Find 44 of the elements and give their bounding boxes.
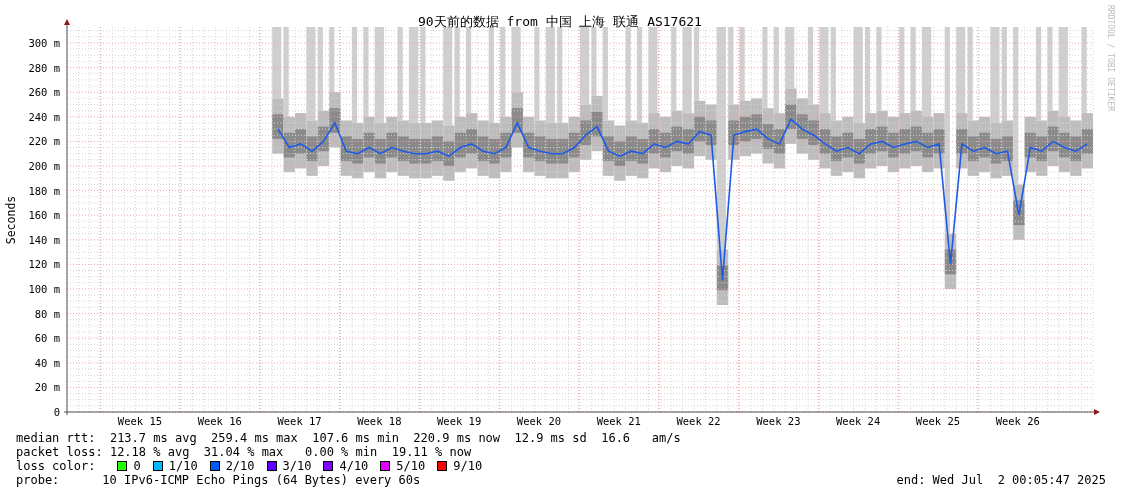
median-rtt-text: median rtt: 213.7 ms avg 259.4 ms max 107.6 ms min 220.9 ms now 12.9 ms sd 16.6 am/s	[16, 431, 681, 445]
y-tick-label: 220 m	[28, 135, 60, 148]
y-tick-label: 200 m	[28, 160, 60, 172]
x-tick-label: Week 17	[277, 415, 322, 425]
y-tick-label: 40 m	[34, 356, 60, 369]
loss-level-label: 4/10	[339, 459, 369, 473]
y-tick-label: 80 m	[34, 307, 60, 320]
x-tick-label: Week 21	[596, 415, 641, 425]
chart-title: 90天前的数据 from 中国 上海 联通 AS17621	[418, 14, 702, 29]
x-tick-label: Week 23	[756, 415, 801, 425]
x-tick-label: Week 15	[117, 415, 163, 425]
y-tick-label: 260 m	[28, 86, 60, 99]
loss-level-label: 5/10	[396, 459, 426, 473]
x-tick-label: Week 22	[676, 415, 721, 425]
y-tick-label: 280 m	[28, 61, 60, 74]
y-tick-label: 160 m	[28, 209, 60, 222]
loss-level-label: 1/10	[168, 459, 198, 473]
loss-level-label: 9/10	[453, 459, 483, 473]
loss-level-label: 0	[133, 459, 141, 473]
loss-level-label: 3/10	[282, 459, 312, 473]
axis-label: Seconds	[4, 195, 18, 245]
x-tick-label: Week 19	[437, 415, 482, 425]
y-tick-label: 240 m	[28, 110, 60, 123]
end-time-text: end: Wed Jul 2 00:05:47 2025	[896, 473, 1106, 487]
packet-loss-text: packet loss: 12.18 % avg 31.04 % max 0.00 % min 19.11 % now	[16, 445, 472, 459]
y-tick-label: 100 m	[28, 283, 60, 295]
x-tick-label: Week 16	[197, 415, 242, 425]
y-tick-label: 300 m	[28, 37, 60, 49]
x-tick-label: Week 24	[836, 415, 881, 425]
probe-label: probe:	[16, 473, 60, 487]
x-tick-label: Week 26	[995, 415, 1040, 425]
y-tick-label: 20 m	[34, 381, 60, 394]
y-tick-label: 120 m	[28, 258, 60, 271]
y-tick-label: 180 m	[28, 184, 60, 197]
x-tick-label: Week 20	[516, 415, 562, 425]
loss-level-label: 2/10	[225, 459, 255, 473]
y-tick-label: 0	[53, 406, 60, 418]
credit-text: RRDTOOL / TOBI OETIKER	[1106, 5, 1115, 111]
y-tick-label: 60 m	[34, 332, 60, 345]
loss-color-label: loss color:	[16, 459, 96, 473]
x-tick-label: Week 18	[357, 415, 402, 425]
y-tick-label: 140 m	[28, 233, 60, 246]
x-tick-label: Week 25	[915, 415, 961, 425]
probe-text: 10 IPv6-ICMP Echo Pings (64 Bytes) every 60s	[102, 473, 421, 487]
